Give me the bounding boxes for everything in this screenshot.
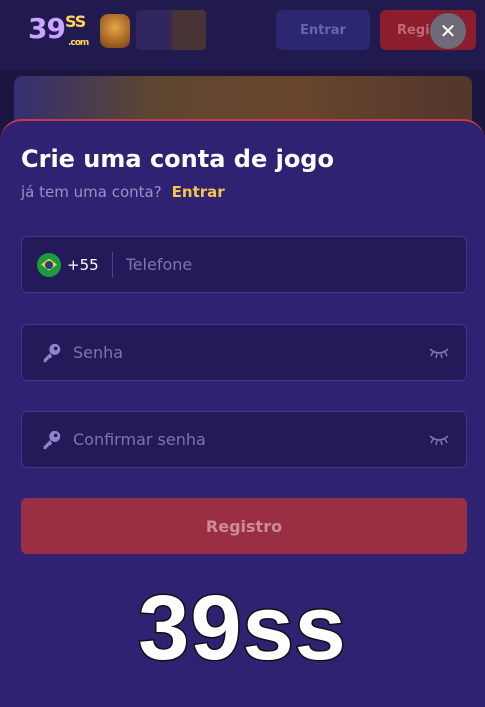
modal-title: Crie uma conta de jogo [21,145,334,173]
site-logo: 39SS .com [28,12,89,48]
password-input[interactable] [73,325,428,380]
close-button[interactable]: ✕ [430,13,466,49]
modal-subtitle: já tem uma conta? Entrar [21,183,225,201]
password-field[interactable] [21,324,467,381]
key-icon [43,430,61,449]
header-login-button: Entrar [276,10,370,50]
registration-modal: Crie uma conta de jogo já tem uma conta?… [0,119,485,707]
eye-closed-icon[interactable] [428,433,450,447]
close-icon: ✕ [439,19,457,43]
brazil-flag-icon[interactable] [37,252,61,277]
login-link[interactable]: Entrar [172,183,225,201]
background-header: 39SS .com Entrar Registro [0,0,485,70]
confirm-password-input[interactable] [73,412,428,467]
subtitle-text: já tem uma conta? [21,183,162,201]
phone-input[interactable] [125,237,466,292]
field-divider [111,251,113,278]
mascot-icon [100,14,130,48]
dial-code[interactable]: +55 [67,256,99,274]
phone-field[interactable]: +55 [21,236,467,293]
confirm-password-field[interactable] [21,411,467,468]
eye-closed-icon[interactable] [428,346,450,360]
key-icon [43,343,61,362]
brand-watermark: 39ss [137,576,348,681]
header-game-thumbnails [136,10,206,50]
register-button[interactable]: Registro [21,498,467,554]
